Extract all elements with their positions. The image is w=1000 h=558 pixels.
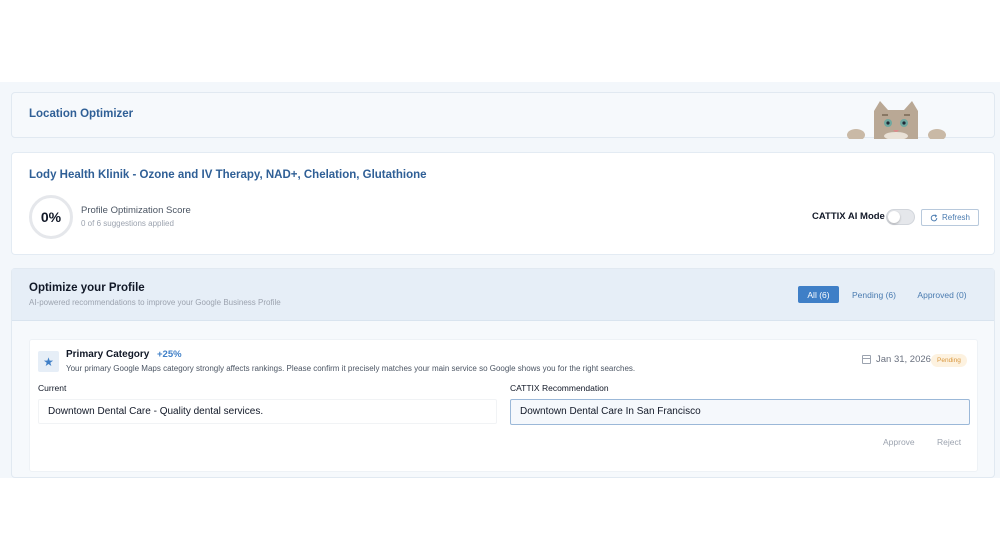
recommendation-title: Primary Category	[66, 349, 150, 360]
optimize-section: Optimize your Profile AI-powered recomme…	[11, 268, 995, 478]
calendar-icon	[862, 355, 871, 364]
impact-badge: +25%	[157, 349, 182, 360]
ai-mode-toggle[interactable]	[886, 209, 915, 225]
recommendation-description: Your primary Google Maps category strong…	[66, 364, 636, 373]
cat-mascot-image	[847, 101, 946, 139]
score-value: 0%	[40, 209, 62, 225]
location-optimizer-header: Location Optimizer	[11, 92, 995, 139]
toggle-knob	[888, 211, 900, 223]
refresh-icon	[930, 213, 938, 221]
status-badge: Pending	[931, 354, 967, 367]
tab-approved[interactable]: Approved (0)	[914, 286, 970, 303]
business-profile-card: Lody Health Klinik - Ozone and IV Therap…	[11, 152, 995, 255]
recommendation-date: Jan 31, 2026	[862, 354, 931, 365]
score-subtext: 0 of 6 suggestions applied	[81, 219, 174, 228]
refresh-button[interactable]: Refresh	[921, 209, 979, 226]
optimize-subtitle: AI-powered recommendations to improve yo…	[29, 298, 281, 307]
tab-all[interactable]: All (6)	[798, 286, 839, 303]
reject-button[interactable]: Reject	[937, 437, 961, 447]
date-text: Jan 31, 2026	[876, 354, 931, 365]
page-title: Location Optimizer	[29, 108, 134, 120]
business-name: Lody Health Klinik - Ozone and IV Therap…	[29, 169, 427, 181]
optimize-title: Optimize your Profile	[29, 282, 145, 294]
score-label: Profile Optimization Score	[81, 205, 191, 216]
current-value-field: Downtown Dental Care - Quality dental se…	[38, 399, 497, 424]
refresh-label: Refresh	[941, 213, 970, 222]
tab-pending[interactable]: Pending (6)	[847, 286, 901, 303]
optimize-header: Optimize your Profile AI-powered recomme…	[12, 269, 994, 321]
score-ring: 0%	[29, 195, 73, 239]
recommendation-card: ★ Primary Category +25% Your primary Goo…	[29, 339, 978, 472]
current-label: Current	[38, 383, 67, 393]
approve-button[interactable]: Approve	[883, 437, 915, 447]
star-icon: ★	[38, 351, 59, 372]
recommendation-label: CATTIX Recommendation	[510, 383, 609, 393]
recommendation-value-field[interactable]: Downtown Dental Care In San Francisco	[510, 399, 970, 425]
ai-mode-label: CATTIX AI Mode	[812, 211, 885, 222]
